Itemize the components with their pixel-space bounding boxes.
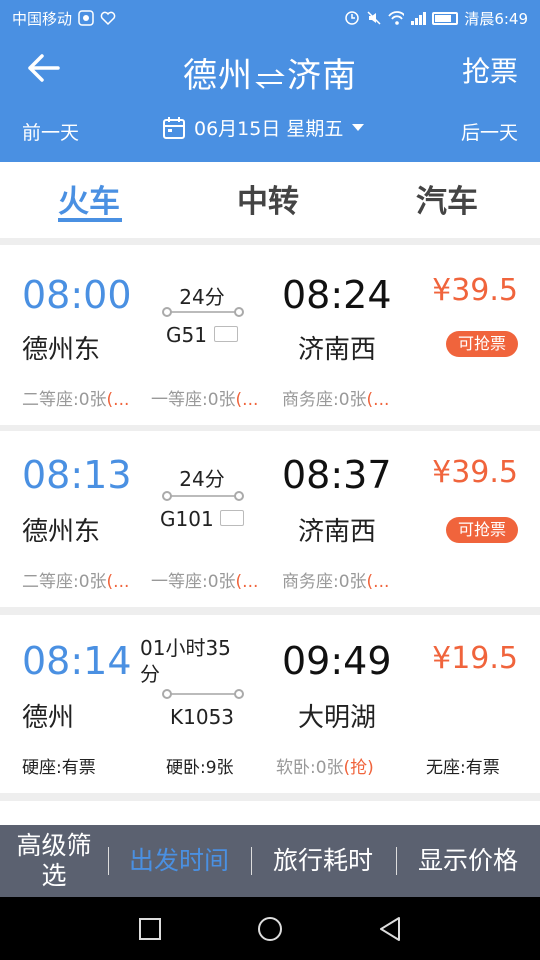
system-nav-bar bbox=[0, 897, 540, 960]
seat-second-class: 二等座:0张(... bbox=[22, 390, 130, 410]
filter-bar: 高级筛选 出发时间 旅行耗时 显示价格 bbox=[0, 825, 540, 897]
departure-time: 08:13 bbox=[22, 453, 132, 497]
seat-no-seat: 无座:有票 bbox=[426, 758, 500, 778]
header: 德州 济南 抢票 前一天 06月15日 星期五 后一天 bbox=[0, 36, 540, 162]
train-row[interactable]: 08:00 德州东 24分 G51 08:24 济南西 ¥39.5 可抢票 二等… bbox=[0, 245, 540, 425]
train-number: G51 bbox=[166, 323, 207, 347]
back-arrow-icon bbox=[28, 54, 60, 82]
train-number: K1053 bbox=[170, 705, 235, 729]
chevron-down-icon bbox=[352, 123, 365, 131]
duration: 01小时35分 bbox=[140, 636, 231, 686]
train-number: G101 bbox=[160, 507, 214, 531]
seat-first-class: 一等座:0张(... bbox=[151, 572, 259, 592]
seat-business: 商务座:0张(... bbox=[282, 390, 390, 410]
departure-station: 德州东 bbox=[22, 517, 101, 547]
mute-icon bbox=[366, 10, 382, 26]
route-line bbox=[162, 307, 244, 317]
back-nav-icon[interactable] bbox=[374, 913, 406, 945]
seat-hard-sleeper: 硬卧:9张 bbox=[166, 758, 234, 778]
departure-station: 德州 bbox=[22, 703, 75, 733]
back-button[interactable] bbox=[22, 46, 66, 90]
tab-transfer[interactable]: 中转 bbox=[237, 176, 299, 221]
calendar-icon bbox=[163, 116, 185, 139]
train-row[interactable]: 08:13 德州东 24分 G101 08:37 济南西 ¥39.5 可抢票 二… bbox=[0, 431, 540, 607]
route-line bbox=[162, 491, 244, 501]
carrier-label: 中国移动 bbox=[12, 9, 73, 28]
date-picker[interactable]: 06月15日 星期五 bbox=[162, 114, 365, 141]
filter-divider bbox=[396, 847, 397, 875]
next-day-button[interactable]: 后一天 bbox=[461, 118, 518, 145]
route-title: 德州 济南 bbox=[0, 48, 540, 98]
grab-badge[interactable]: 可抢票 bbox=[445, 331, 518, 357]
id-card-icon bbox=[214, 326, 238, 342]
arrival-station: 济南西 bbox=[298, 517, 377, 547]
id-card-icon bbox=[220, 510, 244, 526]
advanced-filter-button[interactable]: 高级筛选 bbox=[6, 825, 102, 897]
heart-icon bbox=[100, 10, 116, 26]
price: ¥19.5 bbox=[432, 641, 518, 676]
arrival-time: 08:37 bbox=[282, 453, 392, 497]
date-label: 06月15日 星期五 bbox=[194, 118, 344, 140]
arrival-station: 大明湖 bbox=[298, 703, 377, 733]
active-tab-indicator bbox=[58, 218, 122, 222]
notification-app-icon bbox=[78, 10, 94, 26]
train-row-partial[interactable] bbox=[0, 801, 540, 825]
status-time: 清晨6:49 bbox=[464, 9, 528, 28]
wifi-icon bbox=[388, 10, 405, 26]
price: ¥39.5 bbox=[432, 273, 518, 308]
tab-train[interactable]: 火车 bbox=[58, 176, 120, 221]
battery-icon bbox=[432, 11, 459, 25]
seat-business: 商务座:0张(... bbox=[282, 572, 390, 592]
tab-bus[interactable]: 汽车 bbox=[416, 176, 478, 221]
seat-soft-sleeper: 软卧:0张(抢) bbox=[276, 758, 374, 778]
prev-day-button[interactable]: 前一天 bbox=[22, 118, 79, 145]
departure-station: 德州东 bbox=[22, 335, 101, 365]
alarm-icon bbox=[344, 10, 360, 26]
departure-time: 08:00 bbox=[22, 273, 132, 317]
duration: 24分 bbox=[179, 285, 225, 309]
filter-divider bbox=[108, 847, 109, 875]
from-city: 德州 bbox=[183, 56, 253, 96]
price: ¥39.5 bbox=[432, 455, 518, 490]
seat-second-class: 二等座:0张(... bbox=[22, 572, 130, 592]
home-icon[interactable] bbox=[254, 913, 286, 945]
duration: 24分 bbox=[179, 467, 225, 491]
status-bar: 中国移动 清晨6:49 bbox=[0, 0, 540, 36]
train-row[interactable]: 08:14 德州 01小时35分 K1053 09:49 大明湖 ¥19.5 硬… bbox=[0, 615, 540, 793]
signal-icon bbox=[410, 10, 427, 26]
arrival-time: 08:24 bbox=[282, 273, 392, 317]
seat-hard-seat: 硬座:有票 bbox=[22, 758, 96, 778]
sort-departure-time-button[interactable]: 出发时间 bbox=[114, 825, 244, 897]
seat-first-class: 一等座:0张(... bbox=[151, 390, 259, 410]
sort-travel-time-button[interactable]: 旅行耗时 bbox=[258, 825, 388, 897]
grab-ticket-button[interactable]: 抢票 bbox=[462, 50, 518, 90]
route-line bbox=[162, 689, 244, 699]
show-price-button[interactable]: 显示价格 bbox=[402, 825, 534, 897]
filter-divider bbox=[251, 847, 252, 875]
departure-time: 08:14 bbox=[22, 639, 132, 683]
transport-tabs: 火车 中转 汽车 bbox=[0, 162, 540, 238]
arrival-station: 济南西 bbox=[298, 335, 377, 365]
recent-apps-icon[interactable] bbox=[134, 913, 166, 945]
swap-icon[interactable] bbox=[253, 58, 287, 98]
to-city: 济南 bbox=[287, 56, 357, 96]
grab-badge[interactable]: 可抢票 bbox=[445, 517, 518, 543]
arrival-time: 09:49 bbox=[282, 639, 392, 683]
